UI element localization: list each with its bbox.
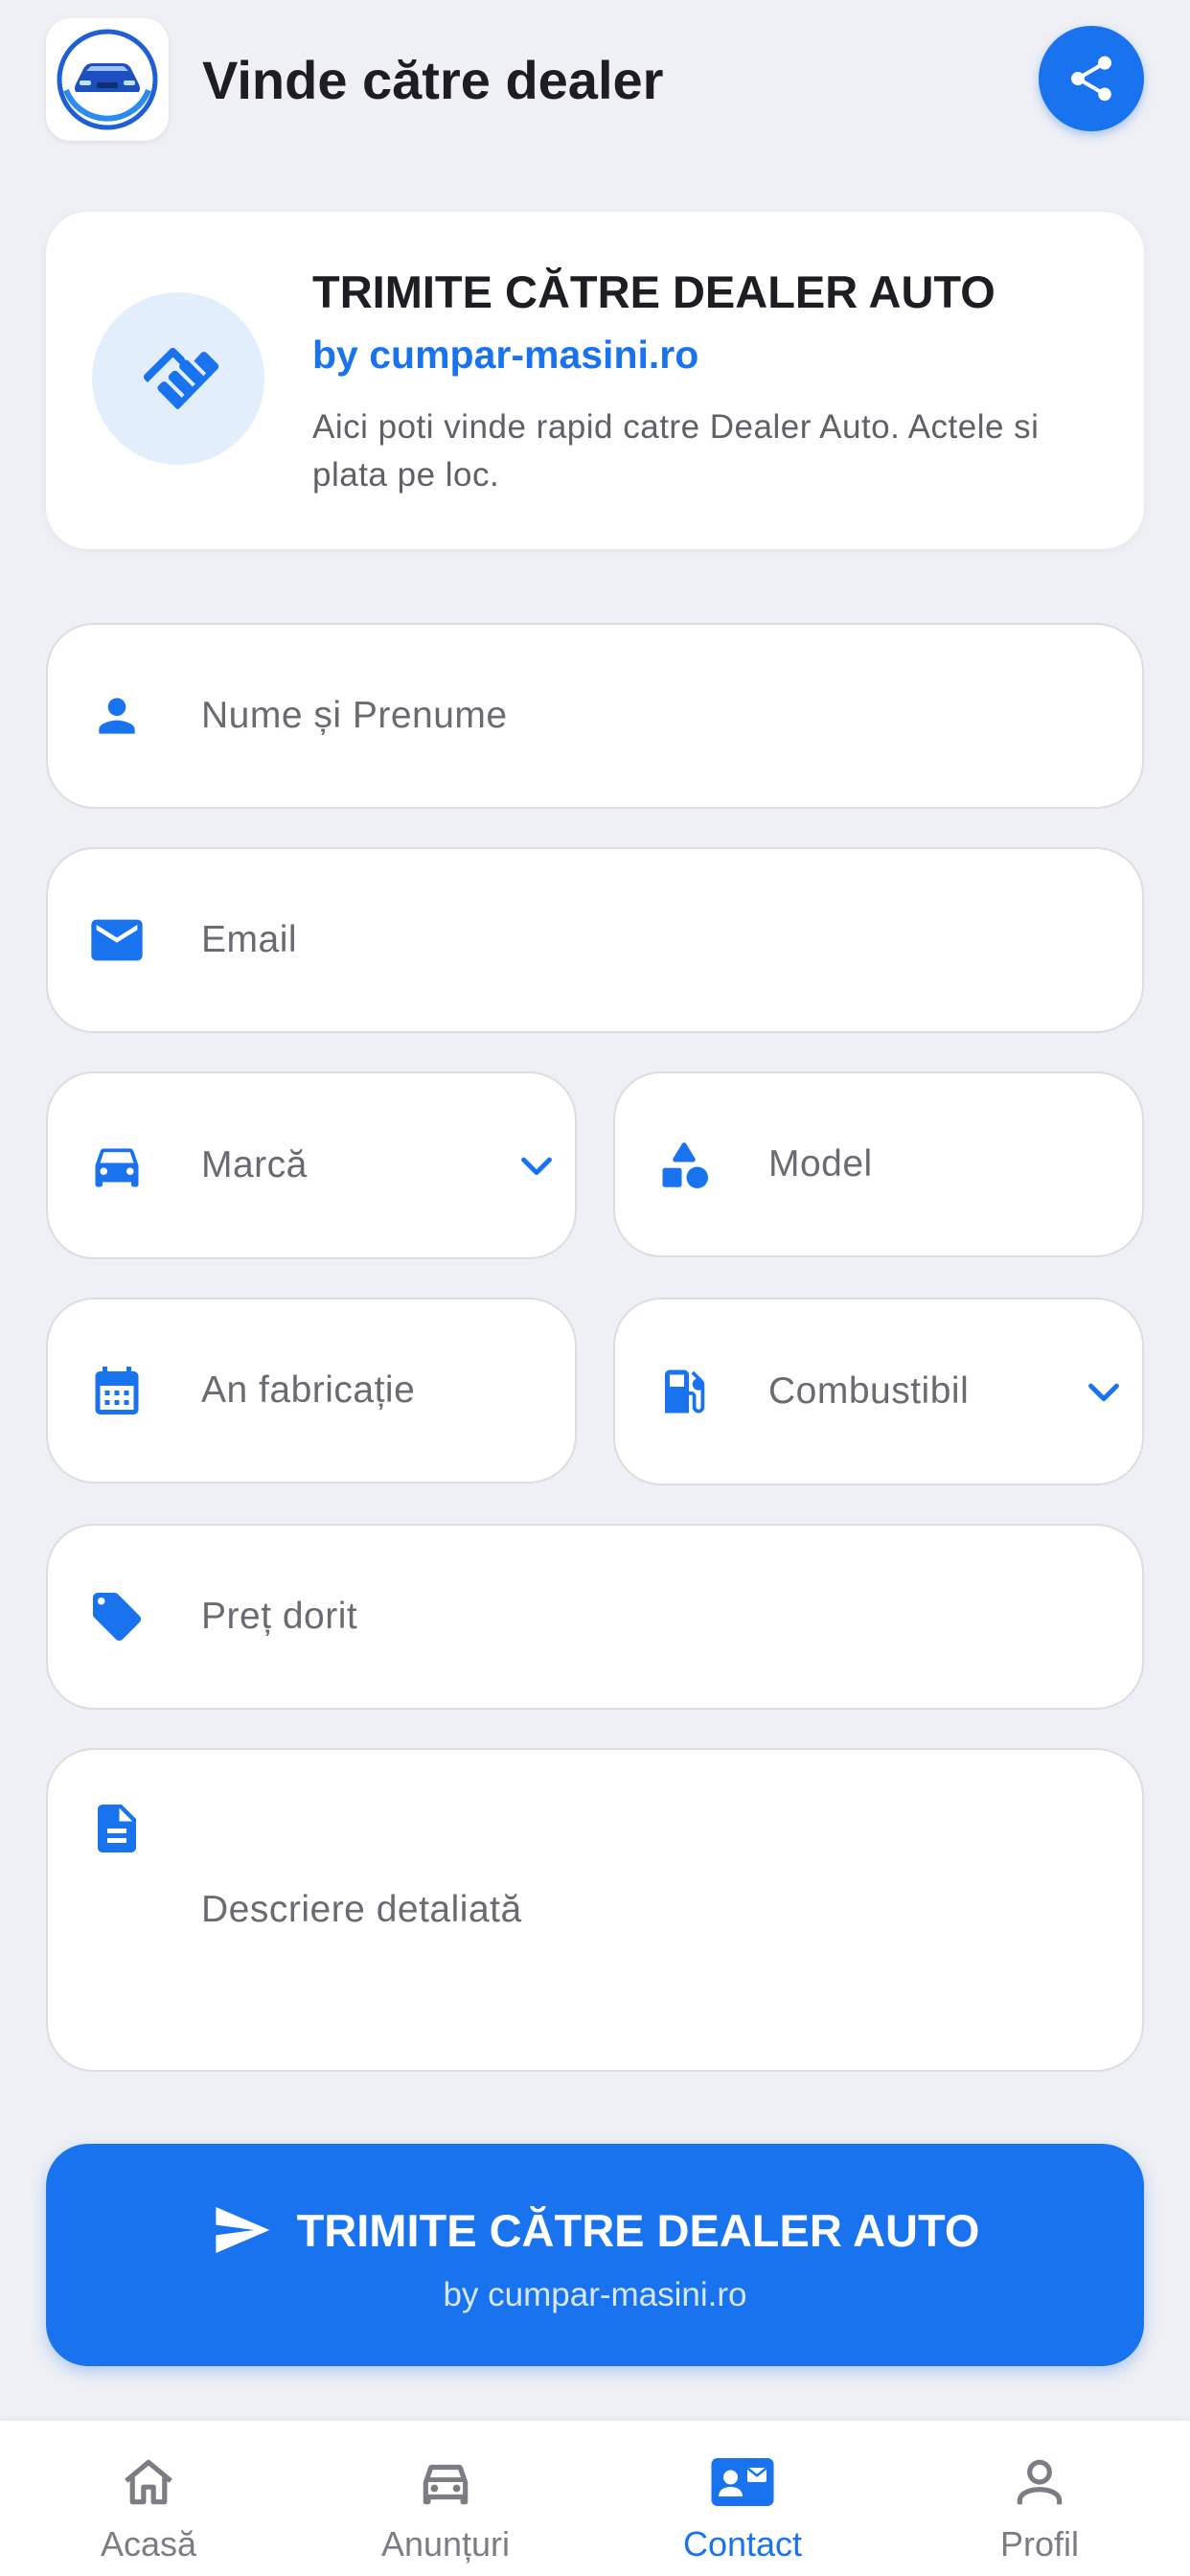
description-textarea[interactable]: Descriere detaliată bbox=[46, 1748, 1144, 2072]
tag-icon bbox=[86, 1586, 148, 1647]
chevron-down-icon bbox=[1079, 1367, 1129, 1416]
year-placeholder: An fabricație bbox=[201, 1369, 416, 1411]
fuel-pump-icon bbox=[653, 1361, 715, 1422]
nav-item-profile[interactable]: Profil bbox=[891, 2421, 1188, 2576]
price-placeholder: Preț dorit bbox=[201, 1596, 358, 1637]
info-description: Aici poti vinde rapid catre Dealer Auto.… bbox=[312, 408, 1040, 494]
info-title: TRIMITE CĂTRE DEALER AUTO bbox=[312, 266, 995, 317]
nav-label-contact: Contact bbox=[682, 2524, 803, 2564]
info-subtitle: by cumpar-masini.ro bbox=[312, 333, 699, 377]
nav-label-home: Acasă bbox=[100, 2524, 197, 2564]
send-icon bbox=[215, 2207, 269, 2253]
document-icon bbox=[86, 1798, 148, 1859]
name-field[interactable]: Nume și Prenume bbox=[46, 623, 1144, 809]
model-placeholder: Model bbox=[768, 1143, 873, 1184]
nav-item-contact[interactable]: Contact bbox=[594, 2421, 891, 2576]
brand-placeholder: Marcă bbox=[201, 1144, 308, 1185]
info-card: TRIMITE CĂTRE DEALER AUTO by cumpar-masi… bbox=[46, 212, 1144, 549]
submit-sublabel: by cumpar-masini.ro bbox=[443, 2276, 747, 2313]
calendar-icon bbox=[86, 1360, 148, 1421]
info-icon-circle bbox=[92, 292, 264, 465]
page-title: Vinde către dealer bbox=[202, 50, 664, 110]
shapes-icon bbox=[653, 1134, 715, 1195]
submit-button[interactable]: TRIMITE CĂTRE DEALER AUTO by cumpar-masi… bbox=[46, 2144, 1144, 2366]
share-icon bbox=[1071, 56, 1111, 102]
nav-label-profile: Profil bbox=[999, 2524, 1080, 2564]
model-field[interactable]: Model bbox=[613, 1071, 1144, 1257]
bottom-nav: Acasă Anunțuri Contact Profil bbox=[0, 2421, 1190, 2576]
email-placeholder: Email bbox=[201, 919, 298, 960]
year-field[interactable]: An fabricație bbox=[46, 1298, 577, 1484]
contact-card-icon bbox=[709, 2451, 776, 2513]
person-outline-icon bbox=[1006, 2451, 1073, 2513]
handshake-icon bbox=[144, 348, 219, 409]
car-icon bbox=[412, 2451, 479, 2513]
app-logo bbox=[46, 18, 169, 141]
share-button[interactable] bbox=[1039, 26, 1144, 131]
submit-label: TRIMITE CĂTRE DEALER AUTO bbox=[296, 2204, 980, 2256]
car-logo-icon bbox=[57, 29, 158, 130]
brand-select[interactable]: Marcă bbox=[46, 1071, 577, 1259]
car-icon bbox=[86, 1135, 148, 1196]
price-field[interactable]: Preț dorit bbox=[46, 1524, 1144, 1710]
name-placeholder: Nume și Prenume bbox=[201, 695, 508, 736]
nav-item-listings[interactable]: Anunțuri bbox=[297, 2421, 594, 2576]
nav-item-home[interactable]: Acasă bbox=[0, 2421, 297, 2576]
person-icon bbox=[86, 685, 148, 747]
nav-label-listings: Anunțuri bbox=[380, 2524, 511, 2564]
fuel-placeholder: Combustibil bbox=[768, 1370, 970, 1412]
email-field[interactable]: Email bbox=[46, 847, 1144, 1033]
home-icon bbox=[115, 2451, 182, 2513]
fuel-select[interactable]: Combustibil bbox=[613, 1298, 1144, 1485]
description-placeholder: Descriere detaliată bbox=[201, 1889, 522, 1930]
chevron-down-icon bbox=[512, 1140, 561, 1190]
mail-icon bbox=[86, 909, 148, 971]
